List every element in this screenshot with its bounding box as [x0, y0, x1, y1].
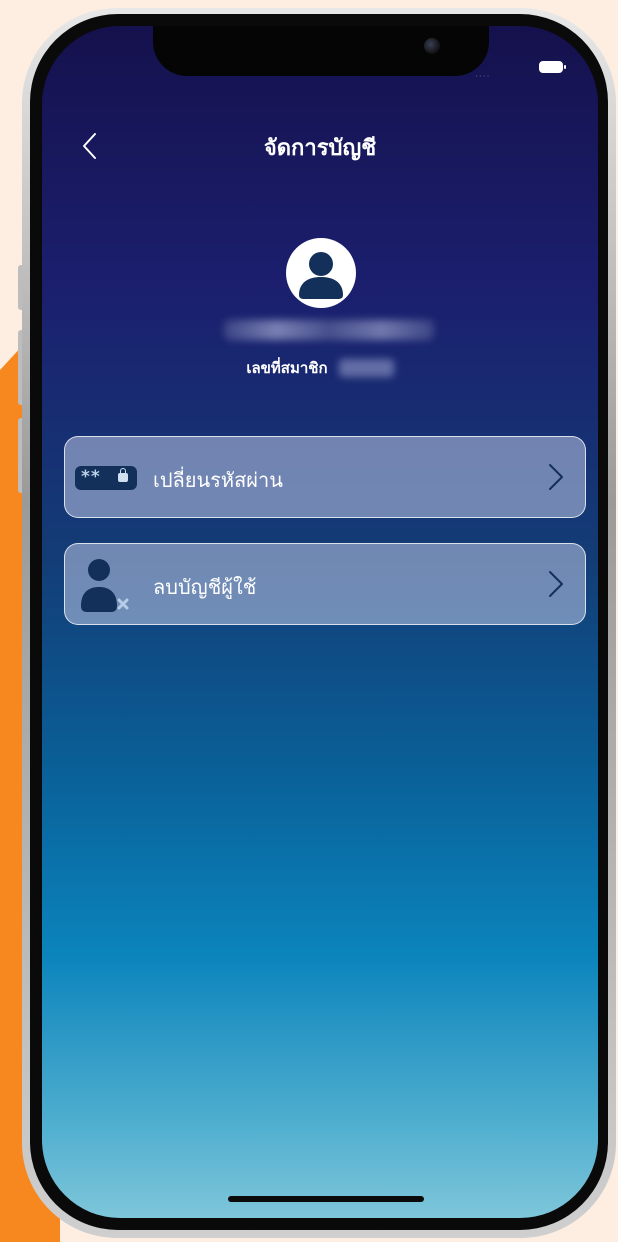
camera-icon: [424, 38, 440, 54]
member-name-redacted: [224, 320, 434, 340]
user-avatar-icon: [299, 252, 343, 299]
delete-account-label: ลบบัญชีผู้ใช้: [153, 575, 257, 599]
battery-icon: [539, 61, 566, 73]
chevron-right-icon: [549, 571, 563, 597]
password-stars: **: [81, 467, 101, 487]
notch: [153, 26, 489, 76]
app-screen: ···· จัดการบัญชี เลขที่สมาชิก ** เปลี่ยน…: [42, 26, 598, 1218]
change-password-label: เปลี่ยนรหัสผ่าน: [153, 468, 283, 492]
delete-user-icon: [81, 559, 129, 612]
member-number-redacted: [338, 359, 394, 377]
member-number-label: เลขที่สมาชิก: [246, 359, 328, 377]
page-title: จัดการบัญชี: [263, 136, 377, 161]
password-icon: **: [75, 466, 137, 490]
signal-indicator: ····: [475, 72, 491, 82]
home-indicator: [228, 1196, 424, 1202]
change-password-button[interactable]: ** เปลี่ยนรหัสผ่าน: [64, 436, 586, 518]
chevron-right-icon: [549, 464, 563, 490]
lock-icon: [118, 468, 128, 482]
avatar: [286, 238, 356, 308]
member-number-row: เลขที่สมาชิก: [42, 356, 598, 380]
delete-account-button[interactable]: ลบบัญชีผู้ใช้: [64, 543, 586, 625]
